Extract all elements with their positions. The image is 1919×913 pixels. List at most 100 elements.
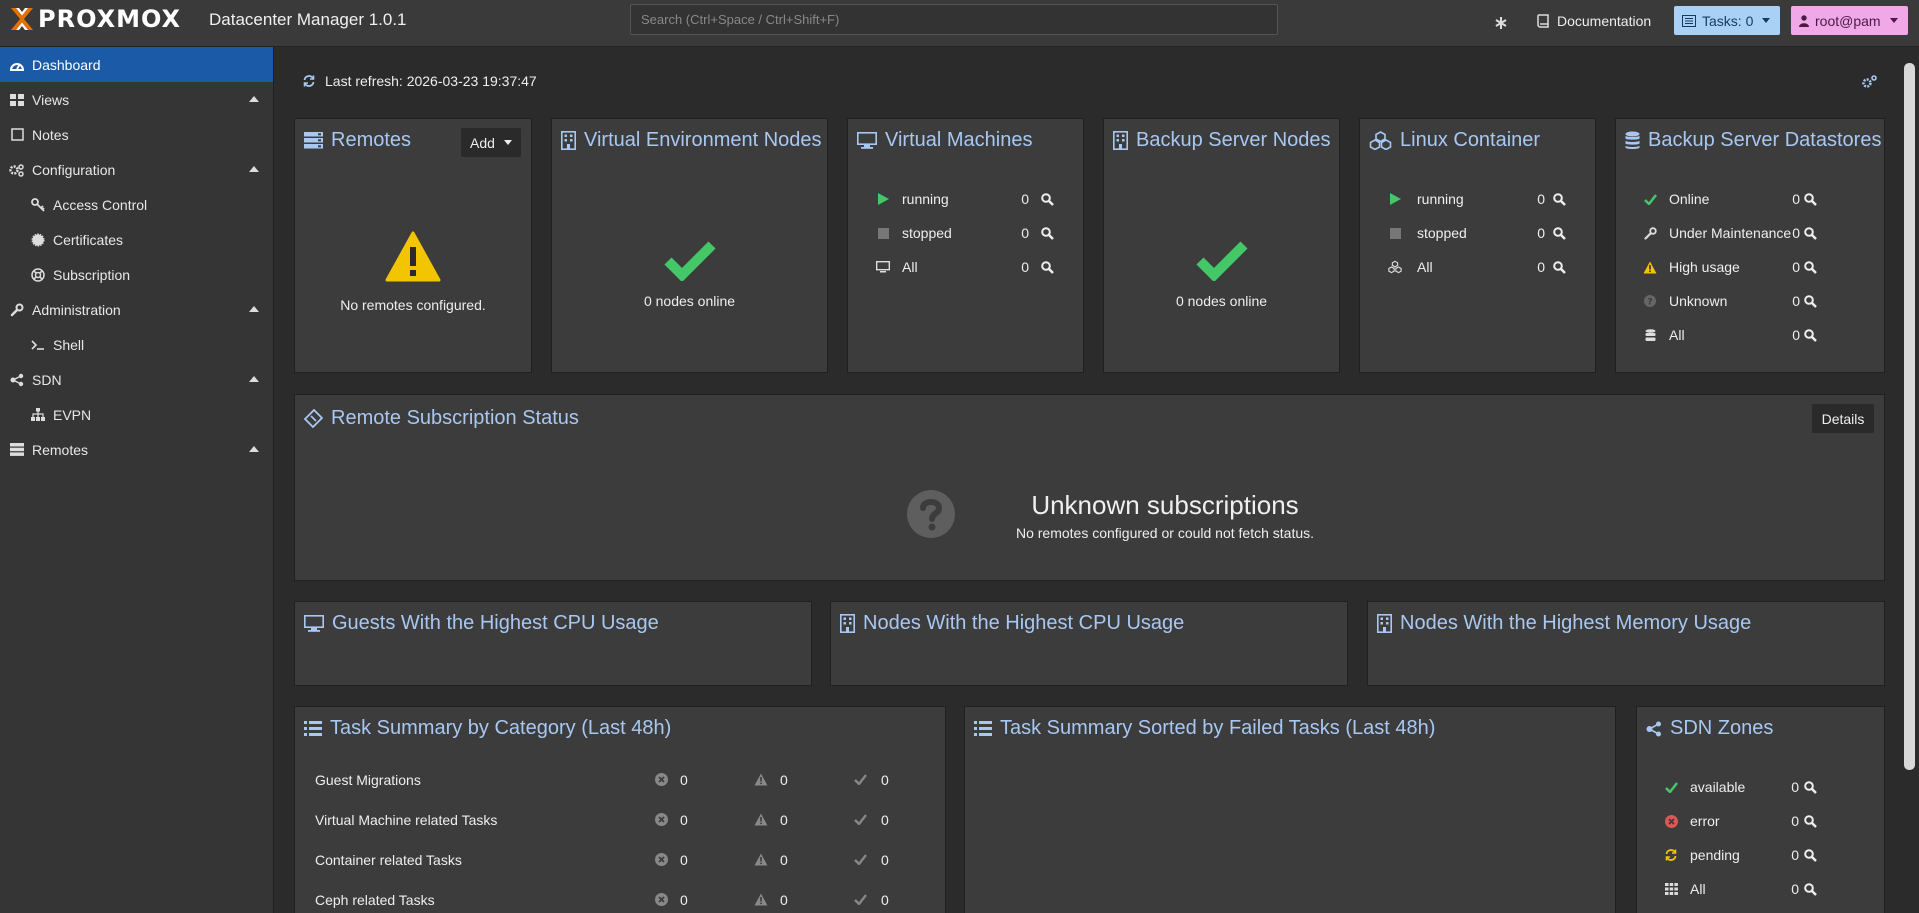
- ct-status-stopped[interactable]: stopped 0: [1360, 221, 1595, 245]
- search-icon[interactable]: [1804, 814, 1817, 828]
- sidebar-item-label: Subscription: [53, 266, 131, 283]
- views-grid-icon: [9, 92, 25, 108]
- sidebar-item-remotes[interactable]: Remotes: [0, 432, 273, 467]
- list-icon: [974, 721, 992, 736]
- sidebar-item-dashboard[interactable]: Dashboard: [0, 47, 273, 82]
- search-icon[interactable]: [1804, 192, 1817, 206]
- panel-title: Linux Container: [1369, 129, 1540, 152]
- search-icon[interactable]: [1553, 226, 1566, 240]
- nodes-cpu-panel: Nodes With the Highest CPU Usage: [830, 601, 1348, 686]
- task-category-row[interactable]: Container related Tasks 0 0 0: [295, 849, 945, 873]
- user-menu-button[interactable]: root@pam: [1791, 6, 1908, 35]
- sdn-status-all[interactable]: All 0: [1637, 877, 1884, 901]
- cubes-icon: [1369, 131, 1392, 150]
- ct-status-running[interactable]: running 0: [1360, 187, 1595, 211]
- list-alt-icon: [1682, 14, 1696, 27]
- check-icon: [854, 854, 867, 865]
- search-icon[interactable]: [1804, 226, 1817, 240]
- sidebar-item-shell[interactable]: Shell: [0, 327, 273, 362]
- search-icon[interactable]: [1804, 780, 1817, 794]
- search-icon[interactable]: [1553, 192, 1566, 206]
- sidebar-item-configuration[interactable]: Configuration: [0, 152, 273, 187]
- task-category-row[interactable]: Ceph related Tasks 0 0 0: [295, 889, 945, 913]
- task-failed-title: Task Summary Sorted by Failed Tasks (Las…: [1000, 717, 1436, 739]
- tasks-label: Tasks: 0: [1702, 12, 1754, 29]
- check-icon: [1195, 241, 1248, 281]
- chevron-up-icon[interactable]: [249, 166, 259, 172]
- dashboard-icon: [9, 57, 25, 73]
- proxmox-logo[interactable]: PROXMOX: [8, 5, 181, 33]
- sidebar-item-label: Notes: [32, 126, 69, 143]
- sidebar-item-subscription[interactable]: Subscription: [0, 257, 273, 292]
- chevron-down-icon: [1762, 18, 1771, 23]
- search-icon[interactable]: [1804, 848, 1817, 862]
- search-icon[interactable]: [1041, 226, 1054, 240]
- sidebar-item-views[interactable]: Views: [0, 82, 273, 117]
- sidebar-item-sdn[interactable]: SDN: [0, 362, 273, 397]
- chevron-up-icon[interactable]: [249, 446, 259, 452]
- refresh-button[interactable]: Last refresh: 2026-03-23 19:37:47: [302, 73, 537, 89]
- tasks-button[interactable]: Tasks: 0: [1674, 6, 1780, 35]
- sidebar-item-label: Shell: [53, 336, 85, 353]
- sdn-status-available[interactable]: available 0: [1637, 775, 1884, 799]
- check-icon: [1643, 192, 1657, 206]
- vms-panel: Virtual Machines running 0 stopped 0 All…: [847, 118, 1084, 373]
- sdn-icon: [9, 372, 25, 388]
- search-icon[interactable]: [1553, 260, 1566, 274]
- panel-title: SDN Zones: [1646, 717, 1773, 740]
- task-category-row[interactable]: Guest Migrations 0 0 0: [295, 769, 945, 793]
- search-icon[interactable]: [1804, 260, 1817, 274]
- datastore-status-all[interactable]: All 0: [1616, 323, 1884, 347]
- check-icon: [854, 774, 867, 785]
- search-icon[interactable]: [1041, 260, 1054, 274]
- search-input[interactable]: Search (Ctrl+Space / Ctrl+Shift+F): [630, 4, 1278, 35]
- search-icon[interactable]: [1804, 294, 1817, 308]
- error-circle-icon: [655, 773, 668, 786]
- datastore-status-maintenance[interactable]: Under Maintenance 0: [1616, 221, 1884, 245]
- sidebar-item-access-control[interactable]: Access Control: [0, 187, 273, 222]
- chevron-up-icon[interactable]: [249, 306, 259, 312]
- documentation-button[interactable]: Documentation: [1537, 6, 1651, 35]
- vm-status-running[interactable]: running 0: [848, 187, 1083, 211]
- chevron-up-icon[interactable]: [249, 96, 259, 102]
- search-icon[interactable]: [1804, 882, 1817, 896]
- subscription-details-button[interactable]: Details: [1812, 404, 1874, 433]
- panel-title: Backup Server Datastores: [1625, 129, 1881, 152]
- panel-title: Virtual Environment Nodes: [561, 129, 822, 152]
- book-icon: [1537, 13, 1549, 28]
- main-scrollbar[interactable]: [1904, 63, 1915, 770]
- search-icon[interactable]: [1804, 328, 1817, 342]
- search-icon[interactable]: [1041, 192, 1054, 206]
- sidebar-item-certificates[interactable]: Certificates: [0, 222, 273, 257]
- vm-status-stopped[interactable]: stopped 0: [848, 221, 1083, 245]
- dashboard-settings-button[interactable]: [1861, 74, 1878, 90]
- sdn-status-error[interactable]: error 0: [1637, 809, 1884, 833]
- cubes-icon: [1388, 260, 1402, 274]
- vm-status-all[interactable]: All 0: [848, 255, 1083, 279]
- error-circle-icon: [655, 813, 668, 826]
- documentation-label: Documentation: [1557, 12, 1652, 29]
- chevron-up-icon[interactable]: [249, 376, 259, 382]
- warning-icon: [754, 853, 768, 866]
- sidebar-item-administration[interactable]: Administration: [0, 292, 273, 327]
- ct-status-all[interactable]: All 0: [1360, 255, 1595, 279]
- sdn-status-pending[interactable]: pending 0: [1637, 843, 1884, 867]
- task-category-row[interactable]: Virtual Machine related Tasks 0 0 0: [295, 809, 945, 833]
- sidebar-item-notes[interactable]: Notes: [0, 117, 273, 152]
- add-remote-button[interactable]: Add: [461, 128, 521, 157]
- datastore-status-unknown[interactable]: ? Unknown 0: [1616, 289, 1884, 313]
- datastore-status-online[interactable]: Online 0: [1616, 187, 1884, 211]
- check-icon: [663, 241, 716, 281]
- sidebar-item-evpn[interactable]: EVPN: [0, 397, 273, 432]
- sync-icon: [1664, 848, 1678, 862]
- theme-toggle-button[interactable]: [1494, 8, 1508, 37]
- building-icon: [1377, 614, 1392, 633]
- datastore-status-high-usage[interactable]: High usage 0: [1616, 255, 1884, 279]
- warning-icon: [1643, 260, 1657, 274]
- building-icon: [1113, 131, 1128, 150]
- support-icon: [30, 267, 46, 283]
- sidebar-item-label: Remotes: [32, 441, 89, 458]
- containers-title: Linux Container: [1400, 129, 1541, 151]
- building-icon: [840, 614, 855, 633]
- refresh-icon: [303, 75, 315, 87]
